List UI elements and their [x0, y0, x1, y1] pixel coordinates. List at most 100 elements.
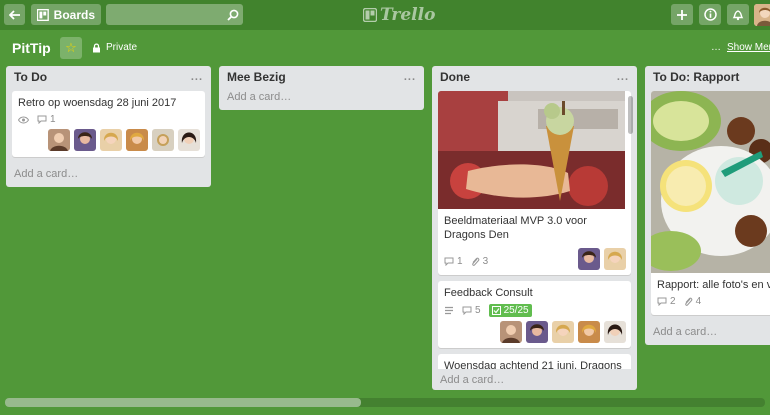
search-input[interactable] [106, 4, 243, 25]
member-avatar[interactable] [500, 321, 522, 343]
member-avatar[interactable] [552, 321, 574, 343]
paperclip-icon [684, 297, 692, 306]
card-rapport[interactable]: Rapport: alle foto's en v de presentatie… [651, 91, 770, 315]
checklist-count: 25/25 [503, 305, 529, 316]
card-members [438, 321, 631, 348]
star-button[interactable]: ☆ [60, 37, 82, 59]
card-title: Rapport: alle foto's en v de presentatie [657, 279, 770, 291]
list-title[interactable]: Done [440, 70, 470, 84]
menu-dots-icon: … [711, 42, 721, 53]
card-woensdag-dragons[interactable]: Woensdag achtend 21 juni, Dragons [438, 354, 631, 369]
logo-text: Trello [380, 5, 436, 25]
comment-badge: 5 [462, 305, 481, 316]
visibility-toggle[interactable]: Private [92, 42, 137, 53]
list-title[interactable]: To Do [14, 70, 47, 84]
back-arrow-icon [8, 9, 20, 20]
comment-icon [462, 306, 472, 315]
star-icon: ☆ [65, 40, 77, 55]
comment-count: 5 [475, 305, 481, 316]
card-retro[interactable]: Retro op woensdag 28 juni 2017 1 [12, 91, 205, 157]
list-scrollbar[interactable] [628, 96, 633, 134]
card-badges: 2 4 [651, 294, 770, 315]
search-icon [227, 9, 239, 21]
list-done: Done ... Beeldmateriaal MVP 3.0 voor Dra… [432, 66, 637, 390]
trello-logo-icon [363, 8, 377, 22]
attachment-count: 3 [482, 256, 489, 267]
add-card-button[interactable]: Add a card… [432, 369, 637, 390]
member-avatar[interactable] [604, 248, 626, 270]
user-avatar-icon [754, 4, 770, 26]
back-button[interactable] [4, 4, 25, 25]
card-badges: 1 3 [438, 254, 494, 275]
member-avatar[interactable] [604, 321, 626, 343]
card-cover-image [438, 91, 631, 209]
card-footer: 1 3 [438, 244, 631, 275]
add-card-button[interactable]: Add a card… [219, 88, 424, 110]
member-avatar[interactable] [74, 129, 96, 151]
top-header: Boards Trello [0, 0, 770, 30]
list-header[interactable]: Done ... [432, 66, 637, 88]
comment-badge: 2 [657, 296, 676, 307]
card-badges: 5 25/25 [438, 302, 631, 321]
list-menu-icon[interactable]: ... [404, 71, 416, 83]
card-feedback-consult[interactable]: Feedback Consult 5 25/25 [438, 281, 631, 348]
list-mee-bezig: Mee Bezig ... Add a card… [219, 66, 424, 110]
description-icon [445, 306, 453, 315]
card-members [578, 244, 631, 275]
list-header[interactable]: Mee Bezig ... [219, 66, 424, 88]
member-avatar[interactable] [578, 321, 600, 343]
user-avatar[interactable] [754, 4, 770, 26]
attachment-badge: 3 [471, 256, 489, 267]
watch-badge [18, 116, 29, 124]
member-avatar[interactable] [48, 129, 70, 151]
add-card-button[interactable]: Add a card… [645, 321, 770, 345]
info-button[interactable] [699, 4, 721, 25]
plus-icon [677, 9, 687, 20]
attachment-badge: 4 [684, 296, 701, 307]
card-badges: 1 [12, 112, 205, 129]
comment-count: 1 [457, 256, 463, 267]
board-title[interactable]: PitTip [12, 40, 51, 56]
card-members [12, 129, 205, 157]
comment-icon [657, 297, 667, 306]
list-to-do: To Do ... Retro op woensdag 28 juni 2017… [6, 66, 211, 187]
list-cards-scroll[interactable]: Beeldmateriaal MVP 3.0 voor Dragons Den … [432, 88, 637, 369]
member-avatar[interactable] [126, 129, 148, 151]
list-menu-icon[interactable]: ... [191, 71, 203, 83]
comment-count: 2 [670, 296, 676, 307]
card-title: Beeldmateriaal MVP 3.0 voor Dragons Den [444, 215, 587, 241]
list-title[interactable]: To Do: Rapport [653, 70, 739, 84]
notifications-button[interactable] [727, 4, 749, 25]
comment-icon [444, 257, 454, 266]
card-cover-image [651, 91, 770, 273]
add-card-button[interactable]: Add a card… [6, 163, 211, 187]
checklist-badge: 25/25 [488, 304, 532, 317]
list-header[interactable]: To Do ... [6, 66, 211, 88]
card-beeldmateriaal[interactable]: Beeldmateriaal MVP 3.0 voor Dragons Den … [438, 91, 631, 275]
show-menu-label: Show Menu [727, 42, 770, 53]
list-header[interactable]: To Do: Rapport [645, 66, 770, 88]
boards-icon [37, 8, 49, 21]
list-to-do-rapport: To Do: Rapport Rapport: alle foto's en v… [645, 66, 770, 345]
description-badge [444, 306, 454, 315]
comment-icon [37, 115, 47, 124]
card-title: Woensdag achtend 21 juni, Dragons [444, 360, 622, 369]
show-menu-button[interactable]: … Show Menu [711, 42, 770, 53]
member-avatar[interactable] [578, 248, 600, 270]
boards-label: Boards [53, 7, 95, 22]
eye-icon [18, 116, 29, 123]
add-button[interactable] [671, 4, 693, 25]
comment-count: 1 [50, 114, 56, 125]
checklist-icon [491, 306, 501, 315]
boards-button[interactable]: Boards [31, 4, 101, 25]
bell-icon [732, 10, 744, 21]
board-scrollbar-thumb[interactable] [5, 398, 361, 407]
list-title[interactable]: Mee Bezig [227, 70, 286, 84]
member-avatar[interactable] [100, 129, 122, 151]
member-avatar[interactable] [152, 129, 174, 151]
list-menu-icon[interactable]: ... [617, 71, 629, 83]
member-avatar[interactable] [526, 321, 548, 343]
member-avatar[interactable] [178, 129, 200, 151]
trello-logo[interactable]: Trello [363, 5, 435, 25]
card-title: Retro op woensdag 28 juni 2017 [18, 97, 177, 109]
